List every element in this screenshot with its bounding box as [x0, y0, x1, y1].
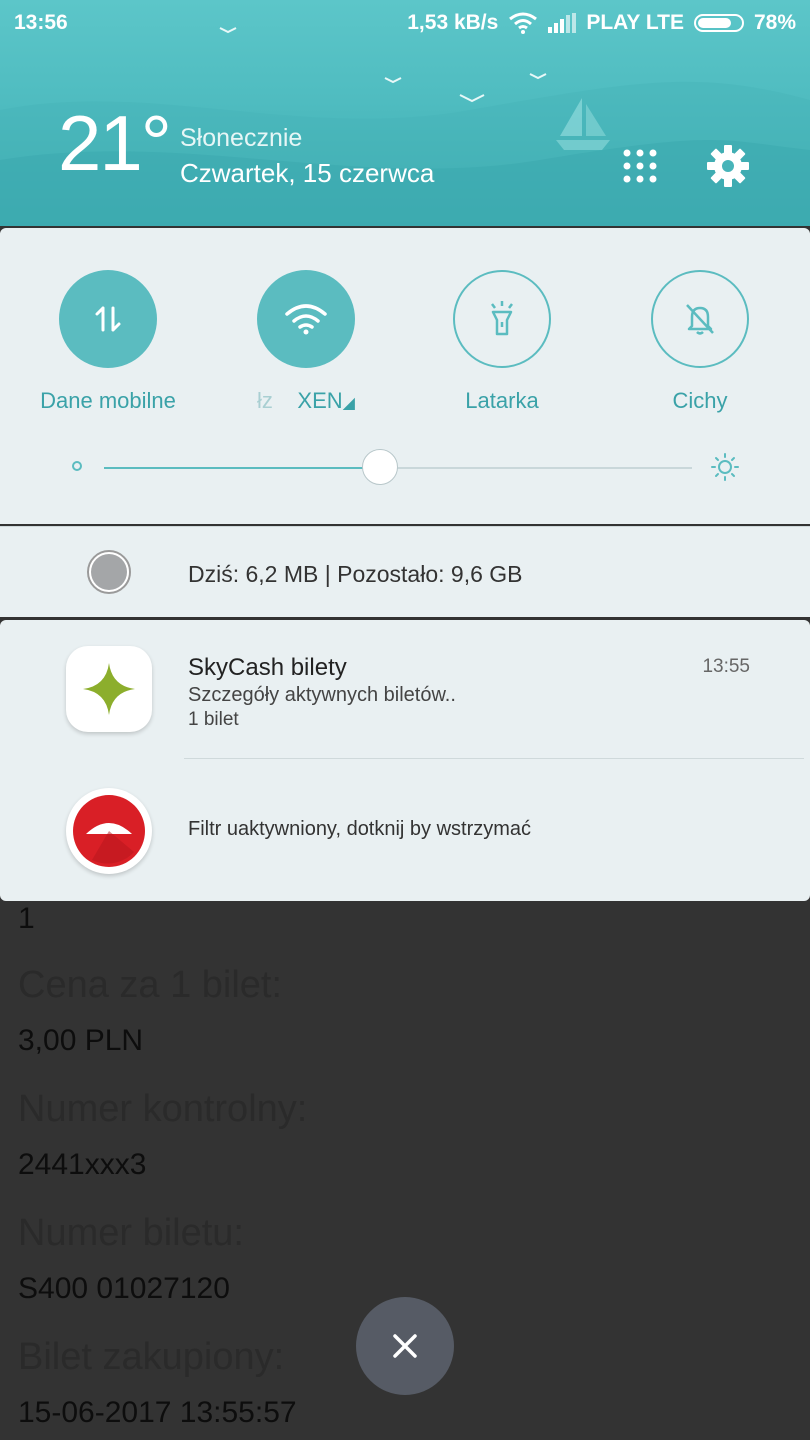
purchase-date-label: Bilet zakupiony: [18, 1336, 285, 1378]
flashlight-label: Latarka [465, 388, 539, 413]
mobile-data-icon [95, 306, 121, 332]
weather-date: Czwartek, 15 czerwca [180, 158, 435, 188]
status-time: 13:56 [14, 11, 68, 34]
carrier-name: PLAY LTE [586, 11, 684, 34]
control-number-label: Numer kontrolny: [18, 1088, 308, 1130]
mobile-data-label: Dane mobilne [40, 388, 176, 413]
toggle-silent[interactable]: Cichy [600, 270, 800, 414]
filter-icon [73, 795, 145, 867]
brightness-thumb[interactable] [362, 449, 399, 485]
battery-icon [693, 14, 744, 32]
close-button[interactable] [356, 1297, 454, 1395]
data-usage-text: Dziś: 6,2 MB | Pozostało: 9,6 GB [188, 561, 523, 587]
weather-condition: Słonecznie [180, 124, 303, 152]
brightness-high-icon [711, 453, 739, 481]
status-bar: 13:56 1,53 kB/s PLAY LTE 78% [0, 0, 810, 46]
flashlight-button[interactable] [453, 270, 551, 368]
wifi-label: łz XEN◢ [206, 388, 406, 414]
wifi-network-name: XEN [297, 388, 343, 413]
quick-settings-panel: Dane mobilne łz XEN◢ Latarka Cichy [0, 228, 810, 524]
temperature[interactable]: 21° [58, 104, 172, 182]
notification-subtext: 1 bilet [188, 709, 239, 730]
purchase-date-value: 15-06-2017 13:55:57 [18, 1396, 297, 1429]
silent-button[interactable] [651, 270, 749, 368]
brightness-track[interactable] [104, 449, 692, 485]
notification-divider [184, 758, 804, 759]
notification-filter-text: Filtr uaktywniony, dotknij by wstrzymać [188, 818, 532, 840]
control-number-value: 2441xxx3 [18, 1148, 147, 1181]
close-icon [393, 1334, 417, 1358]
notification-list: SkyCash bilety 13:55 Szczegóły aktywnych… [0, 620, 810, 901]
skycash-app-icon [66, 646, 152, 732]
wifi-label-faint: łz [257, 388, 273, 413]
notification-title: SkyCash bilety [188, 654, 347, 681]
toggle-wifi[interactable]: łz XEN◢ [206, 270, 406, 414]
ticket-number-label: Numer biletu: [18, 1212, 244, 1254]
ticket-number-value: S400 01027120 [18, 1272, 230, 1305]
price-value: 3,00 PLN [18, 1024, 144, 1057]
network-speed: 1,53 kB/s [407, 11, 499, 34]
brightness-low-icon [72, 461, 82, 471]
flashlight-icon [491, 301, 513, 336]
toggle-flashlight[interactable]: Latarka [402, 270, 602, 414]
wifi-signal-triangle-icon: ◢ [342, 395, 355, 412]
weather-header: 13:56 1,53 kB/s PLAY LTE 78% 21° Słonecz… [0, 0, 810, 226]
signal-icon [548, 13, 577, 33]
data-usage-icon [87, 550, 131, 594]
skycash-star-icon [83, 663, 135, 715]
mobile-data-button[interactable] [59, 270, 157, 368]
data-usage-row[interactable]: Dziś: 6,2 MB | Pozostało: 9,6 GB [0, 526, 810, 617]
wifi-icon [285, 304, 327, 335]
notification-text: Szczegóły aktywnych biletów.. [188, 684, 456, 706]
wifi-button[interactable] [257, 270, 355, 368]
wifi-status-icon [509, 12, 538, 34]
ticket-count-value: 1 [18, 902, 35, 935]
brightness-fill [104, 467, 381, 469]
brightness-slider[interactable] [70, 449, 750, 486]
price-label: Cena za 1 bilet: [18, 964, 283, 1006]
bell-off-icon [686, 304, 714, 335]
silent-label: Cichy [672, 388, 728, 413]
battery-percent: 78% [753, 11, 796, 34]
gear-icon[interactable] [706, 144, 750, 188]
toggle-mobile-data[interactable]: Dane mobilne [8, 270, 208, 414]
notification-time: 13:55 [702, 656, 750, 677]
apps-grid-icon[interactable] [622, 148, 658, 184]
filter-app-icon [66, 788, 152, 874]
